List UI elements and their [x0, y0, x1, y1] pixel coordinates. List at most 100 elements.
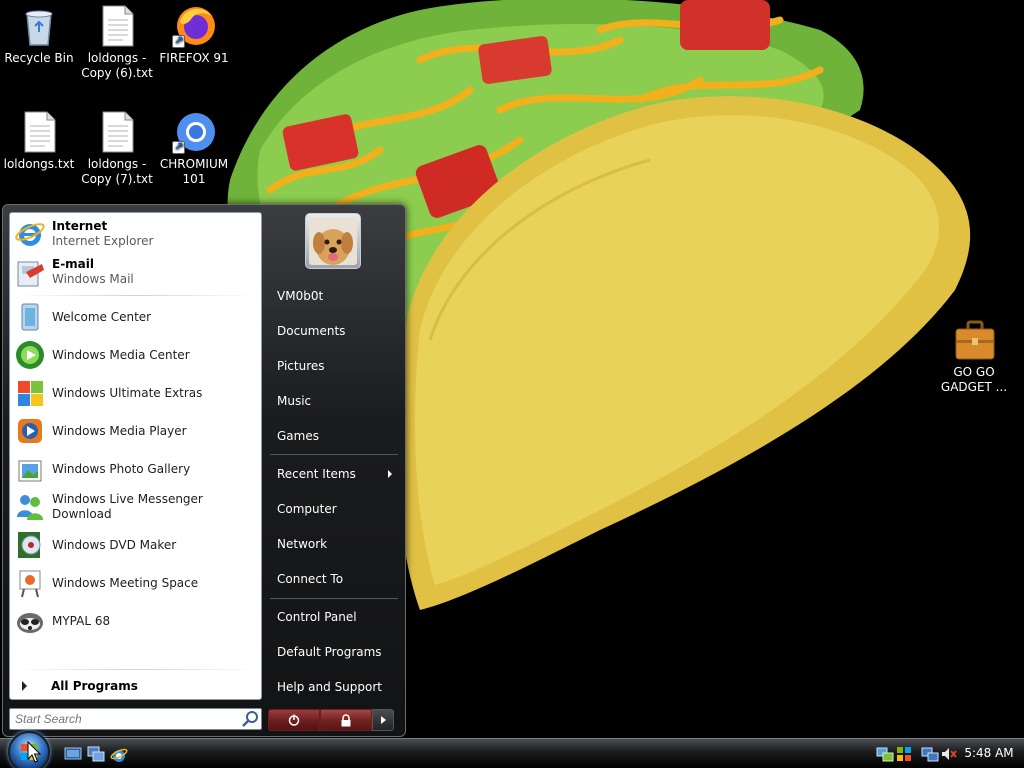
right-link-label: Pictures: [277, 359, 325, 373]
power-icon: [288, 714, 300, 726]
desktop-icon-recycle-bin[interactable]: Recycle Bin: [0, 4, 78, 66]
pinned-item-title: Internet: [52, 219, 108, 233]
desktop-icon-label: loldongs.txt: [3, 157, 75, 171]
right-pane-separator: [270, 598, 398, 599]
firefox-icon: [172, 4, 216, 48]
briefcase-icon: [952, 318, 996, 362]
right-link-games[interactable]: Games: [270, 421, 398, 451]
mouse-cursor-icon: [27, 741, 41, 763]
shortcut-arrow-icon: [172, 33, 185, 48]
media-center-icon: [14, 339, 46, 371]
right-link-label: Documents: [277, 324, 346, 338]
right-link-label: Music: [277, 394, 312, 408]
user-picture[interactable]: [305, 213, 361, 269]
recent-item-media-center[interactable]: Windows Media Center: [14, 337, 258, 373]
lock-icon: [341, 713, 351, 726]
right-link-label: Connect To: [277, 572, 344, 586]
text-file-icon: [95, 110, 139, 154]
right-link-label: Help and Support: [277, 680, 382, 694]
desktop-icon-label: loldongs - Copy (7).txt: [81, 157, 153, 186]
shortcut-arrow-icon: [172, 139, 185, 154]
desktop-icon-label: FIREFOX 91: [159, 51, 229, 65]
recent-item-media-player[interactable]: Windows Media Player: [14, 413, 258, 449]
right-link-documents[interactable]: Documents: [270, 316, 398, 346]
pinned-item-internet[interactable]: Internet Internet Explorer: [14, 216, 258, 252]
desktop-icon-firefox[interactable]: FIREFOX 91: [155, 4, 233, 66]
triangle-right-icon: [22, 681, 27, 691]
recent-item-label: Windows Meeting Space: [52, 575, 199, 590]
submenu-arrow-icon: [388, 470, 392, 478]
pinned-item-title: E-mail: [52, 257, 95, 271]
right-pane-separator: [270, 454, 398, 455]
taskbar-clock[interactable]: 5:48 AM: [963, 746, 1015, 760]
chromium-icon: [172, 110, 216, 154]
recent-item-dvd-maker[interactable]: Windows DVD Maker: [14, 527, 258, 563]
arrow-right-icon: [381, 716, 386, 724]
pinned-item-subtitle: Internet Explorer: [52, 234, 154, 248]
right-link-connect-to[interactable]: Connect To: [270, 564, 398, 594]
switch-windows-icon[interactable]: [87, 746, 105, 762]
start-menu-programs-pane: Internet Internet Explorer E-mail Window…: [9, 212, 262, 700]
all-programs-button[interactable]: All Programs: [14, 675, 258, 697]
desktop-icon-go-go-gadget[interactable]: GO GO GADGET ...: [935, 318, 1013, 395]
network-tray-icon[interactable]: [876, 745, 894, 763]
recent-item-photo-gallery[interactable]: Windows Photo Gallery: [14, 451, 258, 487]
photo-gallery-icon: [14, 453, 46, 485]
right-link-network[interactable]: Network: [270, 529, 398, 559]
mypal-icon: [14, 605, 46, 637]
recent-item-label: Windows DVD Maker: [52, 537, 177, 552]
recent-item-label: Welcome Center: [52, 309, 152, 324]
text-file-icon: [17, 110, 61, 154]
recent-item-meeting-space[interactable]: Windows Meeting Space: [14, 565, 258, 601]
recent-item-messenger-download[interactable]: Windows Live Messenger Download: [14, 489, 258, 525]
recent-item-label: Windows Ultimate Extras: [52, 385, 203, 400]
desktop-icon-chromium[interactable]: CHROMIUM 101: [155, 110, 233, 187]
desktop-icon-label: Recycle Bin: [4, 51, 74, 65]
desktop-icon-label: loldongs - Copy (6).txt: [81, 51, 153, 80]
recent-item-label: Windows Photo Gallery: [52, 461, 191, 476]
dvd-maker-icon: [14, 529, 46, 561]
desktop-icon-loldongs-copy-7[interactable]: loldongs - Copy (7).txt: [78, 110, 156, 187]
all-programs-separator: [16, 669, 256, 670]
dog-avatar-icon: [309, 217, 357, 265]
recent-item-label: Windows Media Center: [52, 347, 190, 362]
right-link-label: Control Panel: [277, 610, 357, 624]
connection-tray-icon[interactable]: [921, 745, 939, 763]
right-link-label: Recent Items: [277, 467, 356, 481]
right-link-label: VM0b0t: [277, 289, 324, 303]
right-link-computer[interactable]: Computer: [270, 494, 398, 524]
pinned-item-subtitle: Windows Mail: [52, 272, 134, 286]
pinned-item-email[interactable]: E-mail Windows Mail: [14, 254, 258, 290]
desktop-icon-loldongs-copy-6[interactable]: loldongs - Copy (6).txt: [78, 4, 156, 81]
right-link-pictures[interactable]: Pictures: [270, 351, 398, 381]
right-link-label: Games: [277, 429, 319, 443]
right-link-recent-items[interactable]: Recent Items: [270, 459, 398, 489]
media-player-icon: [14, 415, 46, 447]
right-link-label: Computer: [277, 502, 337, 516]
right-link-default-programs[interactable]: Default Programs: [270, 637, 398, 667]
power-controls: [268, 709, 396, 731]
right-link-music[interactable]: Music: [270, 386, 398, 416]
right-link-help-support[interactable]: Help and Support: [270, 672, 398, 702]
search-icon[interactable]: [241, 709, 261, 729]
meeting-space-icon: [14, 567, 46, 599]
right-link-control-panel[interactable]: Control Panel: [270, 602, 398, 632]
recent-item-mypal[interactable]: MYPAL 68: [14, 603, 258, 639]
recent-item-ultimate-extras[interactable]: Windows Ultimate Extras: [14, 375, 258, 411]
recent-item-welcome-center[interactable]: Welcome Center: [14, 299, 258, 335]
power-options-button[interactable]: [372, 709, 394, 731]
right-link-user[interactable]: VM0b0t: [270, 281, 398, 311]
internet-explorer-quicklaunch-icon[interactable]: [110, 746, 128, 762]
show-desktop-icon[interactable]: [64, 746, 82, 762]
recycle-bin-icon: [17, 4, 61, 48]
desktop-icon-loldongs[interactable]: loldongs.txt: [0, 110, 78, 172]
power-button[interactable]: [268, 709, 320, 731]
internet-explorer-icon: [14, 218, 46, 250]
start-search-box[interactable]: [9, 708, 262, 730]
start-search-input[interactable]: [15, 712, 241, 726]
recent-item-label: Windows Media Player: [52, 423, 187, 438]
lock-button[interactable]: [320, 709, 372, 731]
volume-muted-icon[interactable]: [940, 745, 958, 763]
windows-sidebar-tray-icon[interactable]: [895, 745, 913, 763]
right-link-label: Network: [277, 537, 328, 551]
